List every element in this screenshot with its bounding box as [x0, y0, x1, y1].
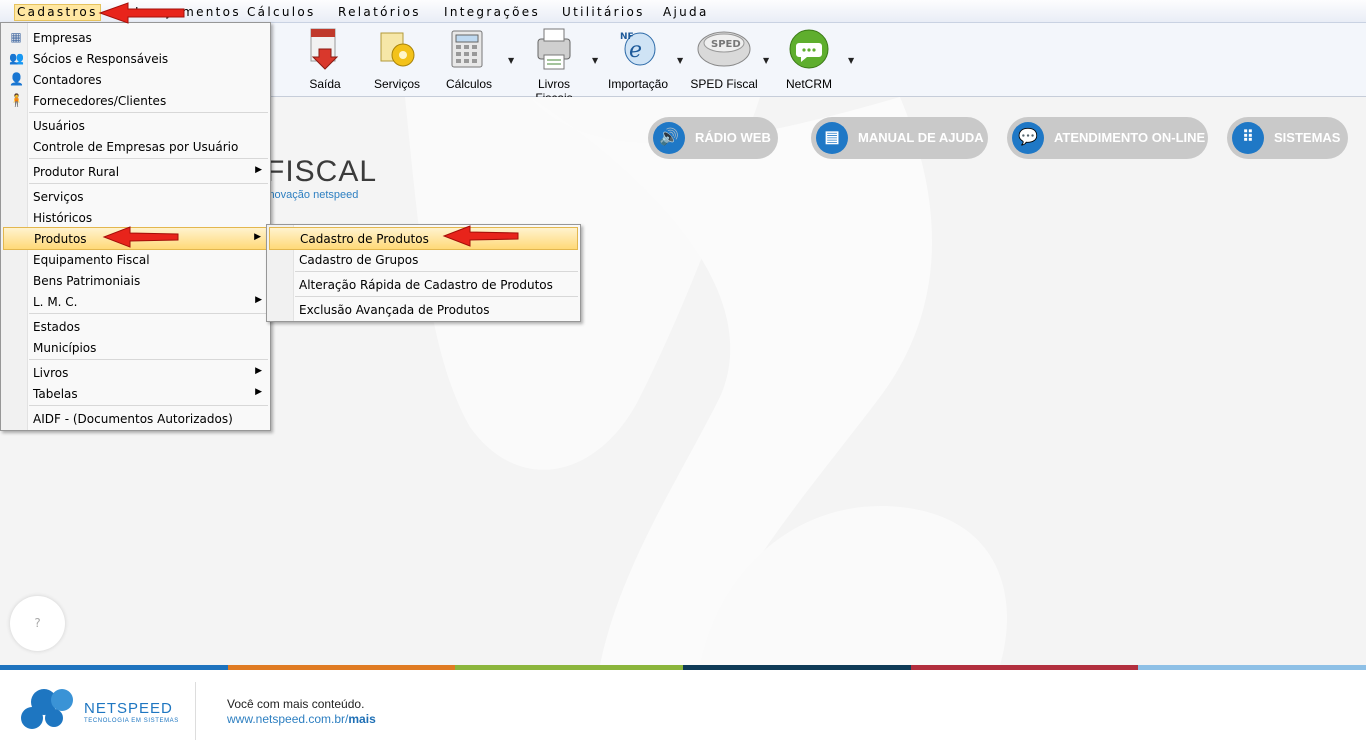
toolbar-saida-button[interactable]: Saída	[295, 23, 355, 96]
toolbar-sped-button[interactable]: SPED SPED Fiscal	[688, 23, 760, 96]
menu-item-contadores[interactable]: 👤 Contadores	[3, 69, 268, 90]
menu-separator	[295, 271, 578, 272]
menu-relatorios[interactable]: Relatórios	[338, 5, 421, 21]
menu-separator	[29, 313, 268, 314]
product-logo-tagline: inovação netspeed	[266, 189, 359, 201]
menu-separator	[29, 183, 268, 184]
people-icon: 👥	[9, 51, 24, 65]
product-logo-text: FISCAL	[266, 155, 378, 188]
menu-item-socios[interactable]: 👥 Sócios e Responsáveis	[3, 48, 268, 69]
menu-item-estados[interactable]: Estados	[3, 316, 268, 337]
calculos-icon	[449, 27, 489, 71]
book-icon: ▤	[816, 122, 848, 154]
menu-item-tabelas[interactable]: Tabelas ▶	[3, 383, 268, 404]
submenu-item-alteracao-rapida[interactable]: Alteração Rápida de Cadastro de Produtos	[269, 274, 578, 295]
menu-item-controle-empresas[interactable]: Controle de Empresas por Usuário	[3, 136, 268, 157]
menu-calculos[interactable]: Cálculos	[247, 5, 316, 21]
menu-item-usuarios[interactable]: Usuários	[3, 115, 268, 136]
site-suffix: mais	[348, 712, 376, 726]
toolbar-importacao-button[interactable]: e NF Importação	[604, 23, 672, 96]
building-icon: ▦	[10, 30, 22, 44]
footer-slogan: Você com mais conteúdo.	[227, 697, 365, 711]
menu-separator	[29, 112, 268, 113]
toolbar-sped-label: SPED Fiscal	[690, 77, 758, 91]
footer-brand: NETSPEED	[84, 700, 173, 717]
svg-text:NF: NF	[620, 32, 634, 42]
toolbar-livros-fiscais-button[interactable]: Livros Fiscais	[518, 23, 590, 105]
menu-item-lmc[interactable]: L. M. C. ▶	[3, 291, 268, 312]
submenu-arrow-icon: ▶	[255, 387, 262, 397]
netspeed-logo-icon	[21, 689, 73, 729]
submenu-arrow-icon: ▶	[255, 366, 262, 376]
menu-integracoes[interactable]: Integrações	[444, 5, 540, 21]
toolbar-servicos-button[interactable]: Serviços	[367, 23, 427, 96]
servicos-icon	[377, 27, 417, 71]
speaker-icon: 🔊	[653, 122, 685, 154]
radio-web-button[interactable]: 🔊 RÁDIO WEB	[648, 117, 778, 159]
sped-icon: SPED	[696, 27, 752, 71]
sistemas-label: SISTEMAS	[1274, 130, 1341, 145]
annotation-arrow-icon	[442, 225, 519, 247]
menu-separator	[295, 296, 578, 297]
toolbar-netcrm-label: NetCRM	[785, 77, 832, 91]
manual-ajuda-label: MANUAL DE AJUDA	[858, 130, 984, 145]
svg-text:SPED: SPED	[711, 39, 741, 50]
grid-icon: ⠿	[1232, 122, 1264, 154]
menu-item-bens-patrimoniais[interactable]: Bens Patrimoniais	[3, 270, 268, 291]
sped-dropdown-arrow[interactable]: ▼	[763, 56, 769, 65]
menu-separator	[29, 359, 268, 360]
importacao-dropdown-arrow[interactable]: ▼	[677, 56, 683, 65]
menu-item-municipios[interactable]: Municípios	[3, 337, 268, 358]
toolbar-saida-label: Saída	[309, 77, 341, 91]
site-prefix: www.netspeed.com.br/	[227, 712, 349, 726]
footer: NETSPEED TECNOLOGIA EM SISTEMAS Você com…	[0, 670, 1366, 747]
menu-item-empresas[interactable]: ▦ Empresas	[3, 27, 268, 48]
annotation-arrow-icon	[98, 2, 185, 24]
submenu-arrow-icon: ▶	[255, 295, 262, 305]
footer-divider	[195, 682, 196, 740]
netcrm-dropdown-arrow[interactable]: ▼	[848, 56, 854, 65]
submenu-item-cadastro-produtos[interactable]: Cadastro de Produtos	[269, 227, 578, 250]
annotation-arrow-icon	[102, 226, 179, 248]
menu-bar: Cadastros Lançamentos Cálculos Relatório…	[0, 0, 1366, 23]
menu-item-equipamento-fiscal[interactable]: Equipamento Fiscal	[3, 249, 268, 270]
submenu-arrow-icon: ▶	[255, 165, 262, 175]
menu-ajuda[interactable]: Ajuda	[663, 5, 709, 21]
submenu-item-cadastro-grupos[interactable]: Cadastro de Grupos	[269, 249, 578, 270]
radio-web-label: RÁDIO WEB	[695, 130, 771, 145]
menu-item-aidf[interactable]: AIDF - (Documentos Autorizados)	[3, 408, 268, 429]
produtos-submenu: Cadastro de Produtos Cadastro de Grupos …	[266, 224, 581, 322]
supplier-icon: 🧍	[9, 93, 24, 107]
menu-separator	[29, 405, 268, 406]
footer-brand-sub: TECNOLOGIA EM SISTEMAS	[84, 718, 179, 724]
help-bubble-button[interactable]: ?	[10, 596, 65, 651]
calculos-dropdown-arrow[interactable]: ▼	[508, 56, 514, 65]
toolbar-importacao-label: Importação	[607, 77, 669, 91]
toolbar-netcrm-button[interactable]: NetCRM	[778, 23, 840, 96]
atendimento-online-button[interactable]: 💬 ATENDIMENTO ON-LINE	[1007, 117, 1208, 159]
toolbar-calculos-button[interactable]: Cálculos	[439, 23, 499, 96]
menu-separator	[29, 158, 268, 159]
menu-item-fornecedores[interactable]: 🧍 Fornecedores/Clientes	[3, 90, 268, 111]
livros-fiscais-icon	[534, 27, 574, 71]
toolbar-servicos-label: Serviços	[373, 77, 420, 91]
netcrm-chat-icon	[788, 27, 829, 71]
livros-dropdown-arrow[interactable]: ▼	[592, 56, 598, 65]
menu-item-livros[interactable]: Livros ▶	[3, 362, 268, 383]
menu-cadastros[interactable]: Cadastros	[14, 4, 101, 21]
atendimento-online-label: ATENDIMENTO ON-LINE	[1054, 130, 1206, 145]
chat-icon: 💬	[1012, 122, 1044, 154]
submenu-arrow-icon: ▶	[254, 232, 261, 242]
menu-utilitarios[interactable]: Utilitários	[562, 5, 645, 21]
toolbar-calculos-label: Cálculos	[445, 77, 493, 91]
person-icon: 👤	[9, 72, 24, 86]
submenu-item-exclusao-avancada[interactable]: Exclusão Avançada de Produtos	[269, 299, 578, 320]
saida-icon	[305, 27, 345, 71]
sistemas-button[interactable]: ⠿ SISTEMAS	[1227, 117, 1348, 159]
footer-site-link[interactable]: www.netspeed.com.br/mais	[227, 712, 376, 726]
menu-item-produtor-rural[interactable]: Produtor Rural ▶	[3, 161, 268, 182]
nfe-importacao-icon: e NF	[618, 27, 658, 71]
menu-item-servicos[interactable]: Serviços	[3, 186, 268, 207]
manual-ajuda-button[interactable]: ▤ MANUAL DE AJUDA	[811, 117, 988, 159]
